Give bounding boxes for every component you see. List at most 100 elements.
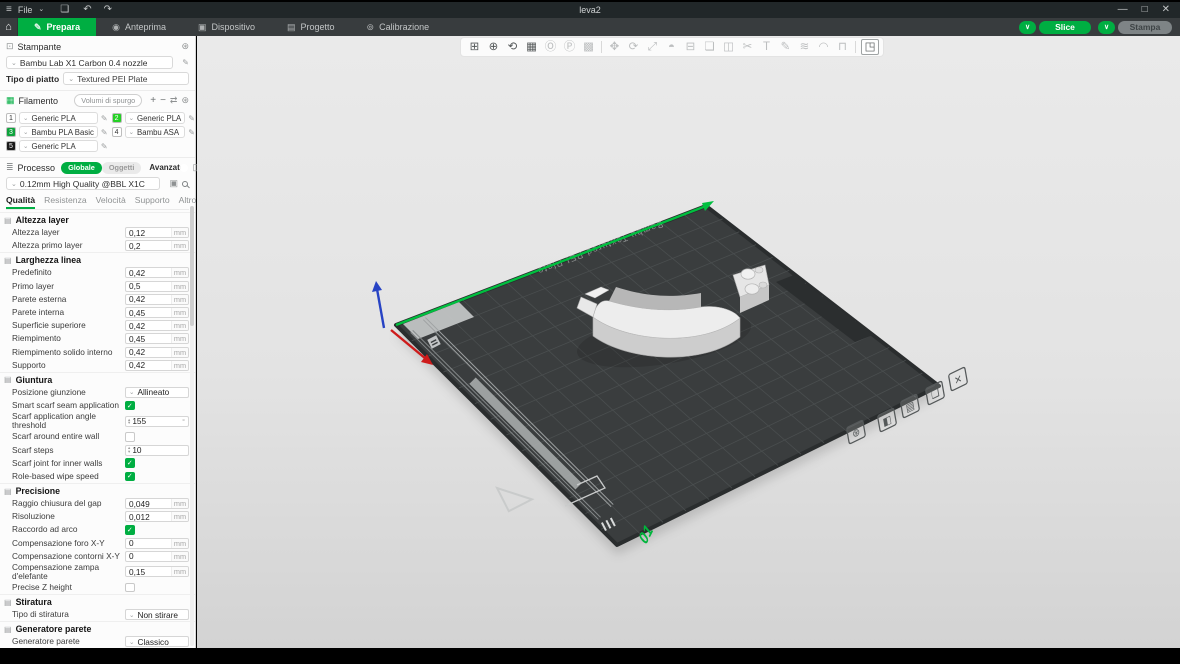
remove-filament-button[interactable]: − <box>160 97 166 105</box>
printer-settings-gear-icon[interactable]: ⊛ <box>181 41 189 52</box>
save-preset-icon[interactable]: ▣ <box>169 178 178 189</box>
filament-edit-icon[interactable]: ✎ <box>188 114 195 123</box>
seam-painting-icon[interactable]: ◠ <box>814 38 833 56</box>
param-checkbox[interactable]: ✓ <box>125 401 135 411</box>
process-tab-velocità[interactable]: Velocità <box>96 195 126 209</box>
param-value-input[interactable]: 0mm <box>125 551 189 562</box>
param-value-input[interactable]: 0,049mm <box>125 498 189 509</box>
hamburger-icon[interactable]: ≡ <box>6 5 12 15</box>
auto-orient-icon[interactable]: ⟲ <box>503 38 522 56</box>
param-value-input[interactable]: 0,42mm <box>125 294 189 305</box>
param-select[interactable]: ⌄Classico <box>125 636 189 647</box>
process-tab-resistenza[interactable]: Resistenza <box>44 195 87 209</box>
process-preset-select[interactable]: ⌄ 0.12mm High Quality @BBL X1C <box>6 177 160 190</box>
param-spinner[interactable]: ▴▾155° <box>125 416 189 427</box>
print-dropdown-button[interactable]: ∨ <box>1098 21 1115 34</box>
add-text-icon[interactable]: T <box>757 38 776 56</box>
build-plate[interactable] <box>396 206 939 545</box>
close-button[interactable]: ✕ <box>1162 5 1170 15</box>
param-value-input[interactable]: 0,42mm <box>125 347 189 358</box>
filament-select[interactable]: ⌄Generic PLA <box>125 112 186 124</box>
param-spinner[interactable]: ▴▾10 <box>125 445 189 456</box>
viewport-3d[interactable]: ⊞⊕⟲▦ⓄⓅ▩✥⟳⤢◓⊟❏◫✂T✎≋◠⊓◳ Bambu Textured PEI… <box>197 36 1180 648</box>
move-icon[interactable]: ✥ <box>605 38 624 56</box>
tab-dispositivo[interactable]: ▣Dispositivo <box>182 18 271 36</box>
filament-color-chip[interactable]: 2 <box>112 113 122 123</box>
tab-prepara[interactable]: ✎Prepara <box>18 18 96 36</box>
param-checkbox[interactable] <box>125 583 135 593</box>
printer-preset-select[interactable]: ⌄ Bambu Lab X1 Carbon 0.4 nozzle <box>6 56 173 69</box>
filament-select[interactable]: ⌄Bambu PLA Basic <box>19 126 98 138</box>
filament-color-chip[interactable]: 1 <box>6 113 16 123</box>
tab-progetto[interactable]: ▤Progetto <box>271 18 351 36</box>
sidebar-scrollbar[interactable] <box>190 206 194 646</box>
filament-edit-icon[interactable]: ✎ <box>101 128 108 137</box>
filament-settings-gear-icon[interactable]: ⊛ <box>181 95 189 106</box>
lay-on-face-icon[interactable]: ◓ <box>662 38 681 56</box>
slice-button[interactable]: Slice <box>1039 21 1091 34</box>
search-preset-icon[interactable] <box>182 181 188 187</box>
filament-color-chip[interactable]: 4 <box>112 127 122 137</box>
filament-edit-icon[interactable]: ✎ <box>101 114 108 123</box>
plate-delete-icon[interactable]: ✕ <box>948 367 967 391</box>
print-button[interactable]: Stampa <box>1118 21 1172 34</box>
param-value-input[interactable]: 0mm <box>125 538 189 549</box>
purge-volumes-button[interactable]: Volumi di spurgo <box>74 94 142 107</box>
filament-edit-icon[interactable]: ✎ <box>101 142 108 151</box>
printer-edit-icon[interactable]: ✎ <box>182 58 189 67</box>
minimize-button[interactable]: — <box>1118 5 1128 15</box>
param-value-input[interactable]: 0,42mm <box>125 360 189 371</box>
variable-layer-height-icon[interactable]: ▩ <box>579 38 598 56</box>
add-model-icon[interactable]: ⊞ <box>465 38 484 56</box>
sync-filament-icon[interactable]: ⇄ <box>170 95 178 106</box>
filament-select[interactable]: ⌄Generic PLA <box>19 140 98 152</box>
chevron-down-icon[interactable]: ⌄ <box>38 5 44 15</box>
filament-color-chip[interactable]: 5 <box>6 141 16 151</box>
add-plate-icon[interactable]: ⊕ <box>484 38 503 56</box>
param-select[interactable]: ⌄Allineato <box>125 387 189 398</box>
split-to-parts-icon[interactable]: Ⓟ <box>560 38 579 56</box>
param-value-input[interactable]: 0,15mm <box>125 566 189 577</box>
support-painting-icon[interactable]: ⊓ <box>833 38 852 56</box>
param-value-input[interactable]: 0,5mm <box>125 281 189 292</box>
slice-dropdown-button[interactable]: ∨ <box>1019 21 1036 34</box>
param-value-input[interactable]: 0,45mm <box>125 307 189 318</box>
plate-type-select[interactable]: ⌄ Textured PEI Plate <box>63 72 189 85</box>
fuzzy-skin-icon[interactable]: ≋ <box>795 38 814 56</box>
mirror-icon[interactable]: ◫ <box>719 38 738 56</box>
rotate-icon[interactable]: ⟳ <box>624 38 643 56</box>
filament-select[interactable]: ⌄Generic PLA <box>19 112 98 124</box>
split-icon[interactable]: ⊟ <box>681 38 700 56</box>
new-project-icon[interactable]: ❏ <box>60 5 69 15</box>
process-tab-qualità[interactable]: Qualità <box>6 195 35 209</box>
color-painting-icon[interactable]: ✎ <box>776 38 795 56</box>
scene-canvas[interactable]: Bambu Textured PEI Plate 01 <box>197 36 1180 648</box>
undo-icon[interactable]: ↶ <box>83 5 91 15</box>
home-tab[interactable]: ⌂ <box>0 18 18 36</box>
param-value-input[interactable]: 0,12mm <box>125 227 189 238</box>
param-checkbox[interactable]: ✓ <box>125 472 135 482</box>
param-checkbox[interactable]: ✓ <box>125 458 135 468</box>
cut-icon[interactable]: ✂ <box>738 38 757 56</box>
param-checkbox[interactable]: ✓ <box>125 525 135 535</box>
add-filament-button[interactable]: + <box>150 97 156 105</box>
tab-anteprima[interactable]: ◉Anteprima <box>96 18 182 36</box>
param-value-input[interactable]: 0,012mm <box>125 511 189 522</box>
param-value-input[interactable]: 0,42mm <box>125 320 189 331</box>
scale-icon[interactable]: ⤢ <box>643 38 662 56</box>
param-value-input[interactable]: 0,45mm <box>125 333 189 344</box>
split-to-objects-icon[interactable]: Ⓞ <box>541 38 560 56</box>
filament-select[interactable]: ⌄Bambu ASA <box>125 126 186 138</box>
file-menu[interactable]: File <box>18 5 33 15</box>
param-checkbox[interactable] <box>125 432 135 442</box>
filament-color-chip[interactable]: 3 <box>6 127 16 137</box>
arrange-all-icon[interactable]: ▦ <box>522 38 541 56</box>
assembly-view-icon[interactable]: ◳ <box>861 39 879 55</box>
param-select[interactable]: ⌄Non stirare <box>125 609 189 620</box>
redo-icon[interactable]: ↷ <box>104 5 112 15</box>
restore-button[interactable]: □ <box>1142 5 1148 15</box>
param-value-input[interactable]: 0,2mm <box>125 240 189 251</box>
tab-calibrazione[interactable]: ⊚Calibrazione <box>351 18 446 36</box>
param-value-input[interactable]: 0,42mm <box>125 267 189 278</box>
process-tab-supporto[interactable]: Supporto <box>135 195 170 209</box>
